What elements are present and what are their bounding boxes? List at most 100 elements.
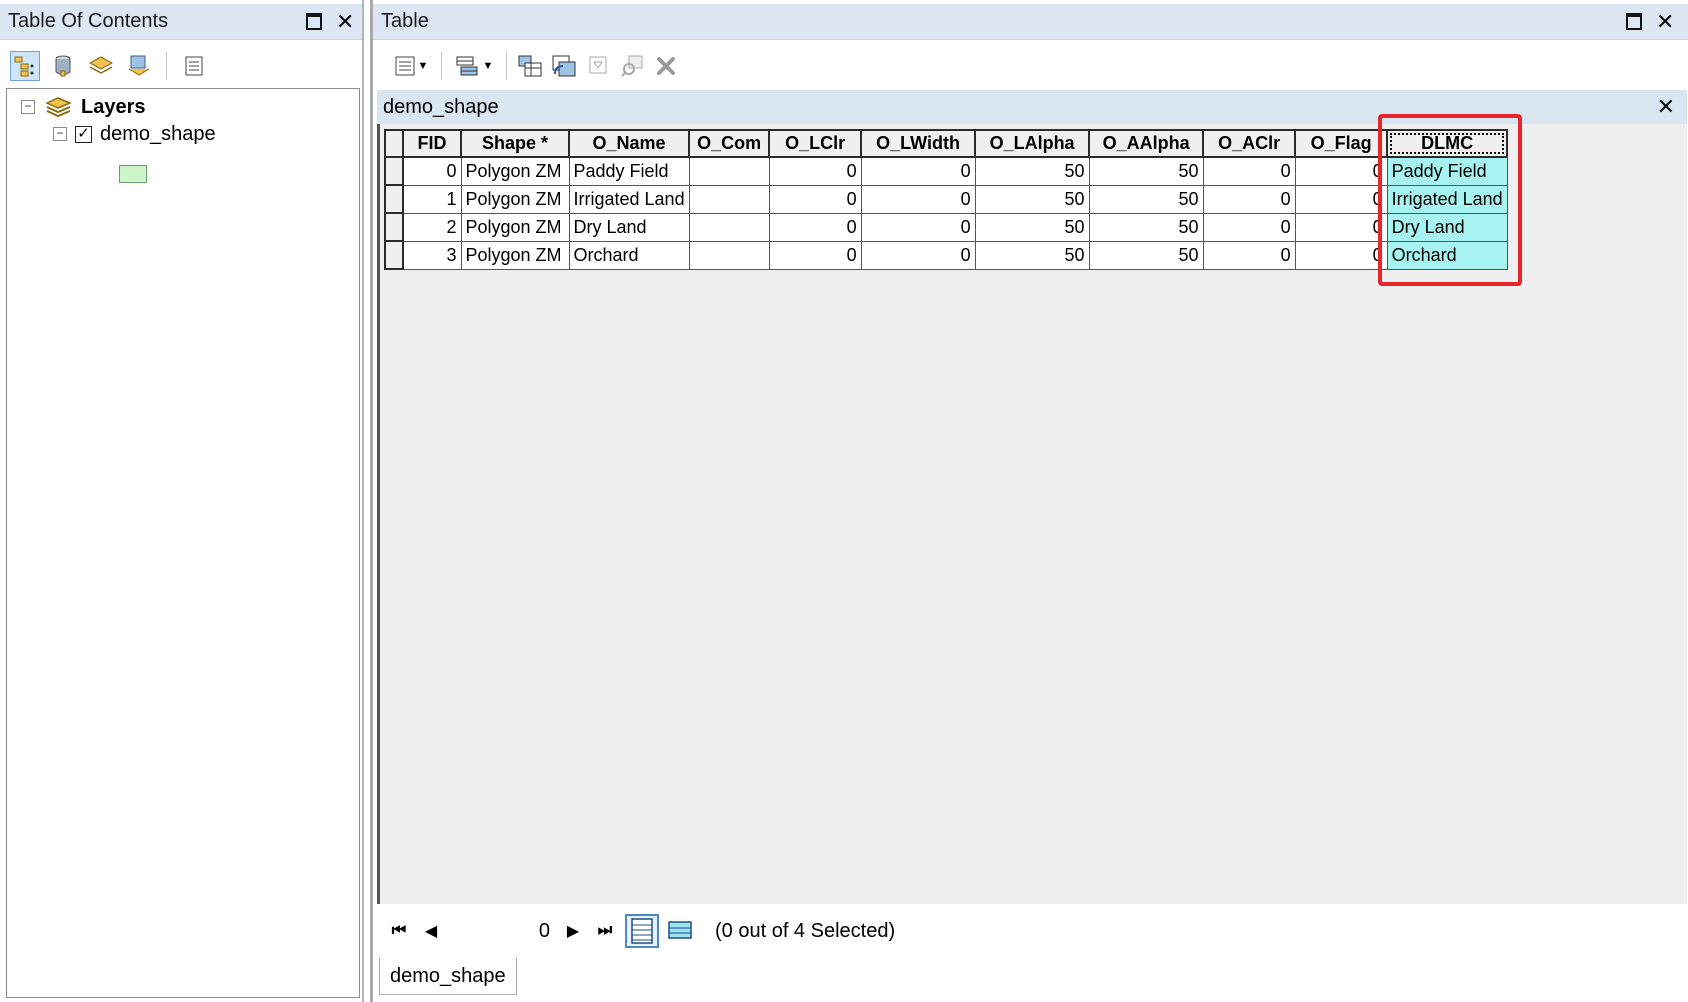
column-header-o-lalpha[interactable]: O_LAlpha bbox=[974, 129, 1091, 158]
list-by-selection-icon[interactable] bbox=[124, 51, 154, 81]
table-cell[interactable]: 0 bbox=[1294, 212, 1388, 242]
table-window: Table ✕ ▼ ▼ demo_shape ✕ FID Shape * O_N… bbox=[370, 0, 1688, 1002]
table-cell[interactable]: 0 bbox=[1294, 240, 1388, 270]
table-cell[interactable]: 0 bbox=[860, 212, 976, 242]
list-by-drawing-order-icon[interactable] bbox=[10, 51, 40, 81]
table-cell[interactable]: Polygon ZM bbox=[460, 184, 570, 214]
close-icon[interactable]: ✕ bbox=[336, 10, 354, 32]
show-selected-records-icon[interactable] bbox=[663, 914, 697, 948]
switch-selection-icon[interactable] bbox=[549, 51, 579, 81]
table-cell[interactable] bbox=[688, 240, 770, 270]
table-cell[interactable]: Paddy Field bbox=[568, 156, 690, 186]
list-by-source-icon[interactable] bbox=[48, 51, 78, 81]
column-header-o-flag[interactable]: O_Flag bbox=[1294, 129, 1389, 158]
last-record-icon[interactable]: ⏭ bbox=[589, 922, 621, 940]
collapse-icon[interactable]: − bbox=[53, 127, 67, 141]
row-selector[interactable] bbox=[384, 184, 404, 214]
column-header-o-com[interactable]: O_Com bbox=[688, 129, 771, 158]
table-tab-title: demo_shape bbox=[383, 95, 499, 118]
table-cell[interactable]: 0 bbox=[1202, 184, 1296, 214]
table-row[interactable]: 2 Polygon ZM Dry Land 0 0 50 50 0 0 Dry Land bbox=[384, 212, 1508, 242]
column-header-fid[interactable]: FID bbox=[402, 129, 462, 158]
maximize-icon[interactable] bbox=[1626, 13, 1642, 30]
row-selector[interactable] bbox=[384, 156, 404, 186]
table-cell[interactable]: 2 bbox=[402, 212, 462, 242]
table-cell[interactable]: 0 bbox=[402, 156, 462, 186]
table-cell[interactable]: 0 bbox=[860, 184, 976, 214]
layer-symbol-swatch[interactable] bbox=[119, 165, 147, 183]
table-cell[interactable]: 0 bbox=[768, 212, 862, 242]
table-cell[interactable]: Polygon ZM bbox=[460, 240, 570, 270]
table-cell[interactable]: Dry Land bbox=[568, 212, 690, 242]
table-cell[interactable]: Polygon ZM bbox=[460, 212, 570, 242]
row-selector[interactable] bbox=[384, 212, 404, 242]
toc-tree: − Layers − ✓ demo_shape bbox=[6, 88, 360, 998]
layers-root-label: Layers bbox=[81, 95, 146, 118]
previous-record-icon[interactable]: ◀ bbox=[415, 921, 447, 941]
table-cell[interactable]: 50 bbox=[974, 240, 1090, 270]
next-record-icon[interactable]: ▶ bbox=[557, 921, 589, 941]
row-selector[interactable] bbox=[384, 240, 404, 270]
select-all-corner[interactable] bbox=[384, 129, 404, 158]
table-cell[interactable]: 50 bbox=[974, 184, 1090, 214]
column-header-o-lclr[interactable]: O_LClr bbox=[768, 129, 863, 158]
toolbar-separator bbox=[441, 52, 442, 80]
table-cell[interactable]: 50 bbox=[1088, 184, 1204, 214]
layer-visibility-checkbox[interactable]: ✓ bbox=[75, 125, 92, 143]
list-by-visibility-icon[interactable] bbox=[86, 51, 116, 81]
clear-selection-icon[interactable] bbox=[583, 51, 613, 81]
table-row[interactable]: 0 Polygon ZM Paddy Field 0 0 50 50 0 0 Paddy Fiel… bbox=[384, 156, 1508, 186]
related-tables-icon[interactable]: ▼ bbox=[450, 51, 498, 81]
table-cell[interactable]: 0 bbox=[1202, 212, 1296, 242]
table-cell[interactable]: 50 bbox=[1088, 156, 1204, 186]
layer-row-demo-shape[interactable]: − ✓ demo_shape bbox=[53, 117, 216, 151]
show-all-records-icon[interactable] bbox=[625, 914, 659, 948]
first-record-icon[interactable]: ⏮ bbox=[383, 922, 415, 940]
attribute-table: FID Shape * O_Name O_Com O_LClr O_LWidth… bbox=[384, 129, 1509, 270]
table-cell[interactable]: 0 bbox=[1294, 156, 1388, 186]
toc-toolbar bbox=[10, 46, 209, 86]
table-cell[interactable]: 0 bbox=[1202, 156, 1296, 186]
table-row[interactable]: 1 Polygon ZM Irrigated Land 0 0 50 50 0 0 Irrigat… bbox=[384, 184, 1508, 214]
table-cell[interactable]: 50 bbox=[974, 156, 1090, 186]
table-row[interactable]: 3 Polygon ZM Orchard 0 0 50 50 0 0 Orchard bbox=[384, 240, 1508, 270]
table-cell[interactable]: 0 bbox=[768, 240, 862, 270]
table-cell[interactable] bbox=[688, 184, 770, 214]
table-cell[interactable]: 50 bbox=[1088, 212, 1204, 242]
maximize-icon[interactable] bbox=[306, 13, 322, 30]
table-cell[interactable]: Orchard bbox=[568, 240, 690, 270]
table-window-title: Table bbox=[381, 10, 429, 32]
column-header-o-name[interactable]: O_Name bbox=[567, 129, 691, 158]
column-header-o-aclr[interactable]: O_AClr bbox=[1202, 129, 1297, 158]
zoom-to-selected-icon[interactable] bbox=[617, 51, 647, 81]
table-cell[interactable]: 0 bbox=[1294, 184, 1388, 214]
table-cell[interactable] bbox=[688, 156, 770, 186]
close-icon[interactable]: ✕ bbox=[1656, 10, 1674, 32]
table-cell[interactable]: 50 bbox=[974, 212, 1090, 242]
attribute-grid: FID Shape * O_Name O_Com O_LClr O_LWidth… bbox=[377, 114, 1687, 904]
collapse-icon[interactable]: − bbox=[21, 100, 35, 114]
record-navigation-bar: ⏮ ◀ ▶ ⏭ (0 out of 4 Selected) bbox=[377, 906, 1687, 956]
table-options-icon[interactable]: ▼ bbox=[389, 51, 433, 81]
bottom-table-tab[interactable]: demo_shape bbox=[379, 958, 517, 995]
table-cell[interactable]: 0 bbox=[768, 156, 862, 186]
options-icon[interactable] bbox=[179, 51, 209, 81]
column-header-o-aalpha[interactable]: O_AAlpha bbox=[1088, 129, 1205, 158]
table-cell[interactable]: Polygon ZM bbox=[460, 156, 570, 186]
close-tab-icon[interactable]: ✕ bbox=[1657, 96, 1675, 118]
table-cell[interactable]: 0 bbox=[860, 156, 976, 186]
current-record-input[interactable] bbox=[447, 914, 557, 948]
table-cell[interactable]: 50 bbox=[1088, 240, 1204, 270]
table-cell[interactable]: Irrigated Land bbox=[568, 184, 690, 214]
table-cell[interactable] bbox=[688, 212, 770, 242]
table-cell[interactable]: 3 bbox=[402, 240, 462, 270]
toolbar-separator bbox=[166, 52, 167, 80]
table-cell[interactable]: 0 bbox=[860, 240, 976, 270]
select-by-attributes-icon[interactable] bbox=[515, 51, 545, 81]
column-header-o-lwidth[interactable]: O_LWidth bbox=[860, 129, 977, 158]
delete-selected-icon[interactable] bbox=[651, 51, 681, 81]
column-header-shape[interactable]: Shape * bbox=[460, 129, 570, 158]
table-cell[interactable]: 0 bbox=[768, 184, 862, 214]
table-cell[interactable]: 0 bbox=[1202, 240, 1296, 270]
table-cell[interactable]: 1 bbox=[402, 184, 462, 214]
